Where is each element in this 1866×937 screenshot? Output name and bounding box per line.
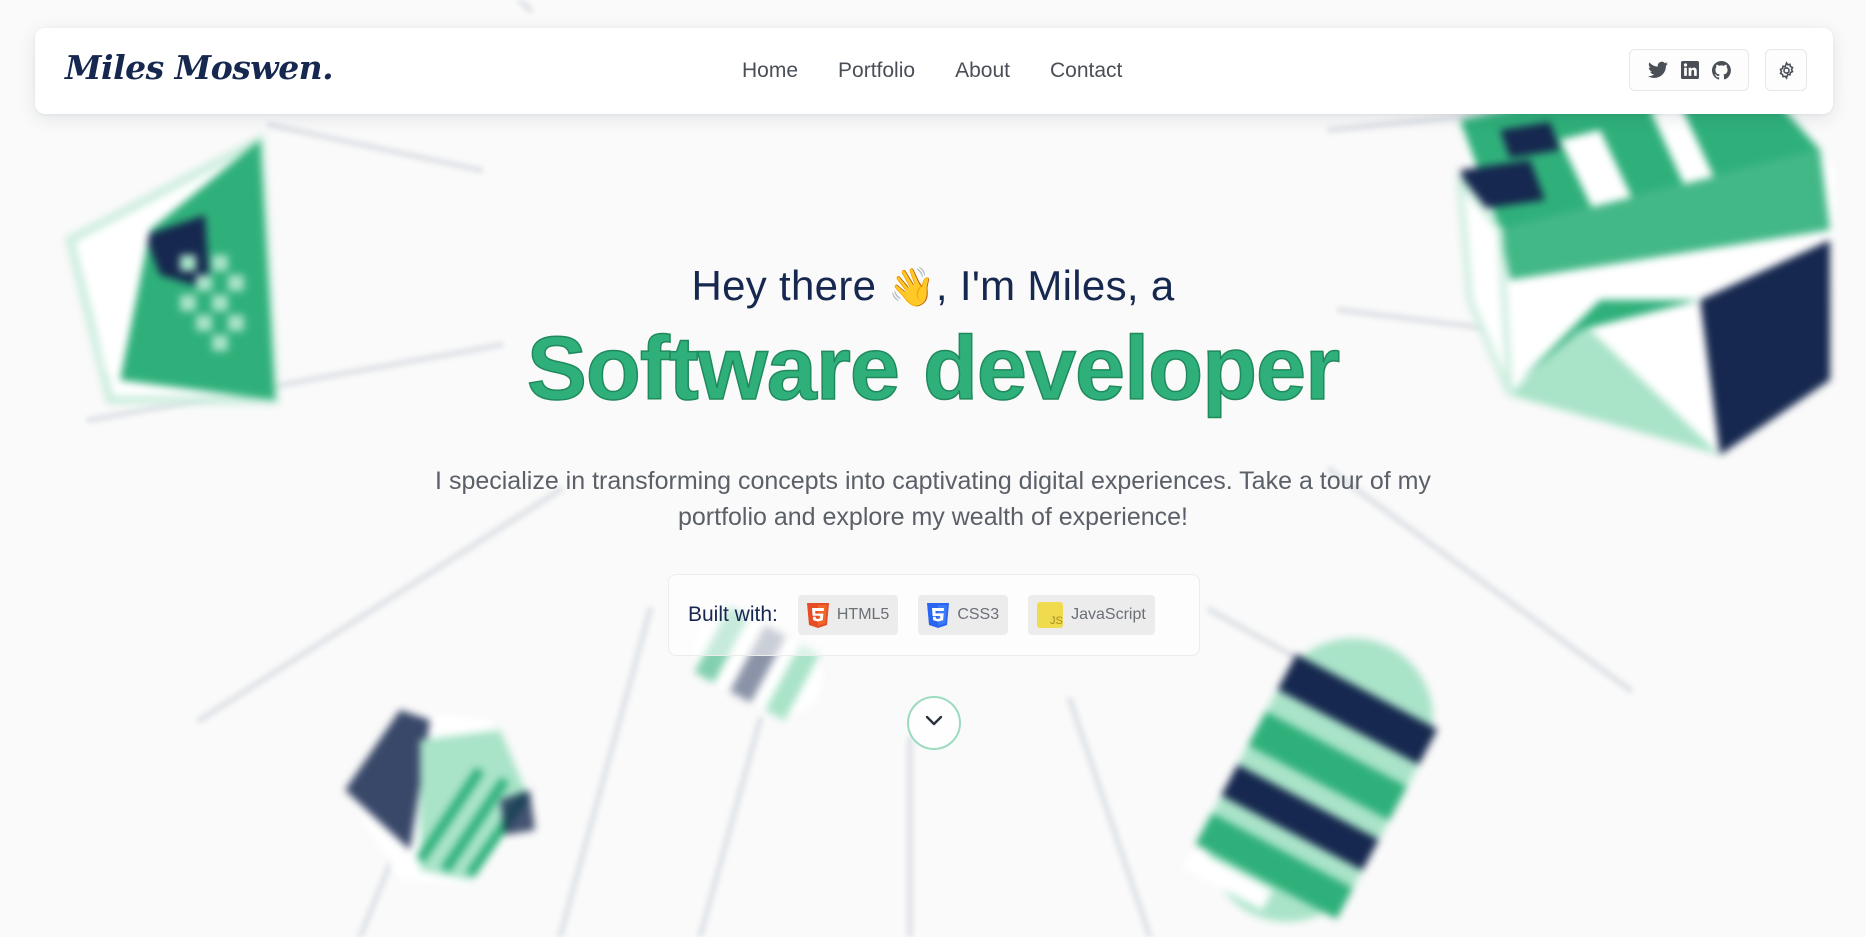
javascript-icon: JS: [1037, 602, 1064, 628]
greeting-text: Hey there: [691, 262, 877, 309]
tech-name: CSS3: [957, 606, 1000, 623]
html5-icon: [806, 602, 829, 628]
built-with-label: Built with:: [688, 603, 778, 626]
waving-hand-icon: 👋: [888, 267, 936, 309]
nav-link-home[interactable]: Home: [742, 59, 798, 83]
hero-title: Software developer: [526, 318, 1341, 420]
github-icon[interactable]: [1711, 60, 1731, 80]
social-links: [1629, 49, 1749, 91]
built-with-panel: Built with: HTML5 CSS3 JS JavaScript: [668, 574, 1200, 656]
nav-link-portfolio[interactable]: Portfolio: [838, 59, 915, 83]
main-menu: Home Portfolio About Contact: [742, 28, 1162, 114]
tech-chip-javascript: JS JavaScript: [1028, 595, 1155, 635]
tech-name: HTML5: [836, 606, 890, 623]
svg-text:JS: JS: [1050, 615, 1063, 627]
tech-name: JavaScript: [1071, 606, 1146, 623]
chevron-down-icon: [924, 714, 944, 732]
greeting-text-after: , I'm Miles, a: [935, 262, 1175, 309]
hero-description: I specialize in transforming concepts in…: [435, 467, 1431, 531]
nav-link-contact[interactable]: Contact: [1050, 59, 1122, 83]
settings-button[interactable]: [1765, 49, 1807, 91]
twitter-icon[interactable]: [1647, 61, 1668, 79]
hero-greeting: Hey there 👋, I'm Miles, a: [0, 262, 1866, 310]
css3-icon: [927, 602, 950, 628]
gear-icon: [1777, 60, 1796, 80]
linkedin-icon[interactable]: [1680, 61, 1699, 79]
scroll-down-button[interactable]: [907, 696, 961, 750]
tech-chip-html5: HTML5: [797, 595, 899, 635]
navbar: Miles Moswen. Home Portfolio About Conta…: [35, 28, 1833, 114]
nav-link-about[interactable]: About: [955, 59, 1010, 83]
site-logo[interactable]: Miles Moswen.: [65, 48, 334, 87]
tech-chip-css3: CSS3: [918, 595, 1009, 635]
